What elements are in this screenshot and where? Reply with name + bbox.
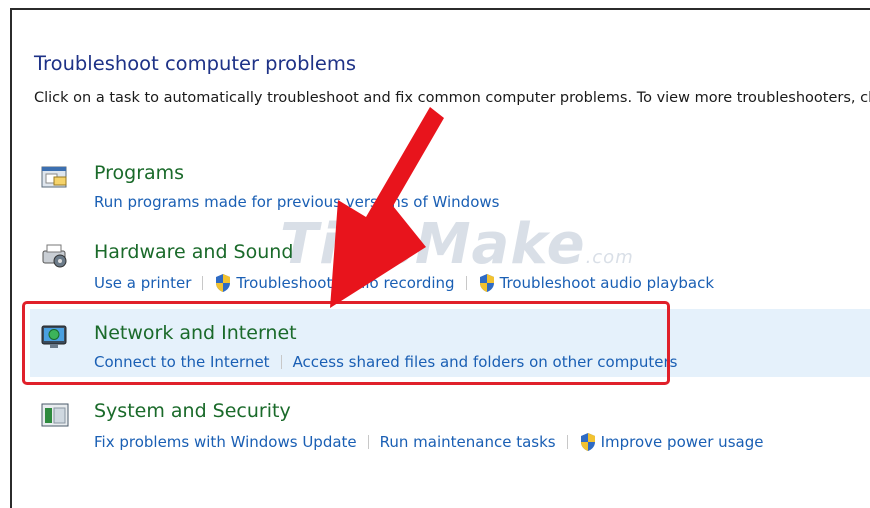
red-arrow (330, 107, 444, 308)
